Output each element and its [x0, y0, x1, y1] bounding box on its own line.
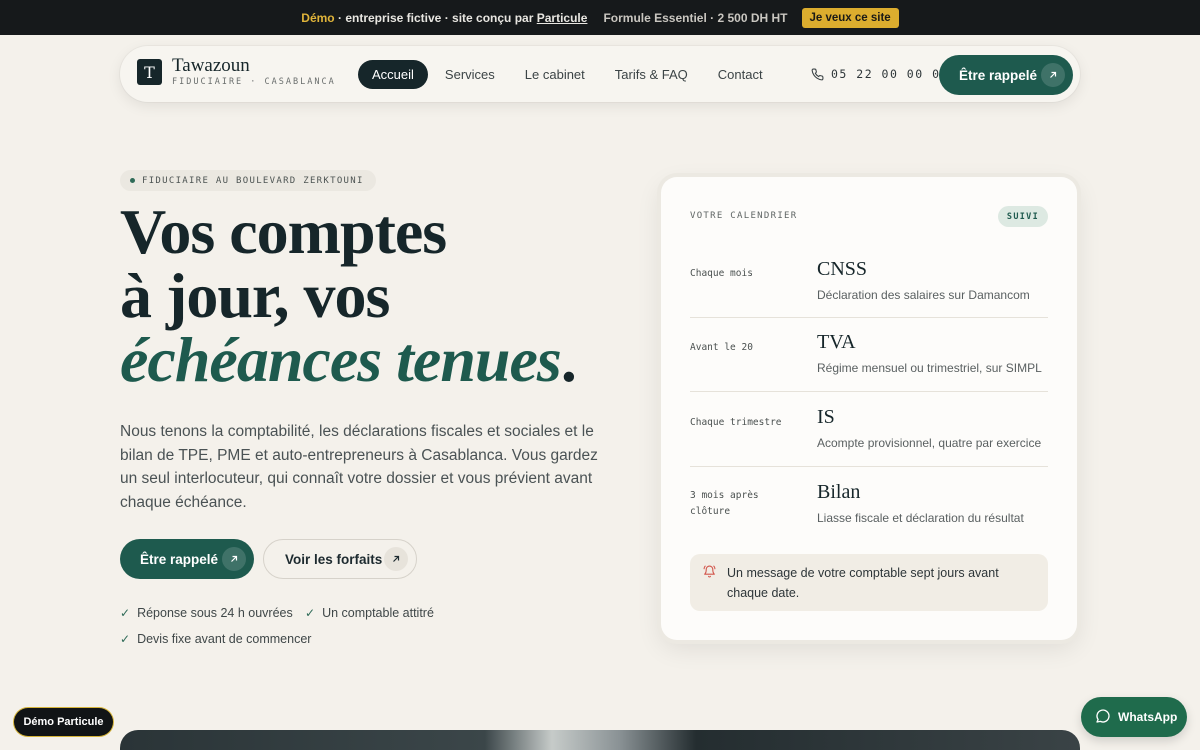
- whatsapp-button[interactable]: WhatsApp: [1081, 697, 1187, 737]
- office-photo: [120, 730, 1080, 750]
- reassurance-item: ✓ Un comptable attitré: [305, 606, 434, 620]
- reminder-text: Un message de votre comptable sept jours…: [727, 566, 999, 600]
- hero-title-emphasis: échéances tenues: [120, 324, 562, 395]
- calendar-row: Avant le 20 TVA Régime mensuel ou trimes…: [690, 331, 1048, 410]
- demo-particule-chip[interactable]: Démo Particule: [14, 708, 113, 736]
- main-nav: T Tawazoun FIDUCIAIRE · CASABLANCA Accue…: [120, 46, 1080, 102]
- demo-banner-text: Démo · entreprise fictive · site conçu p…: [301, 11, 587, 25]
- hero-description: Nous tenons la comptabilité, les déclara…: [120, 423, 598, 511]
- status-dot-icon: [130, 178, 135, 183]
- check-icon: ✓: [120, 606, 131, 620]
- row-divider: [690, 317, 1048, 318]
- calendar-row-when: Chaque mois: [690, 268, 753, 279]
- brand-name[interactable]: Tawazoun: [172, 55, 250, 77]
- check-icon: ✓: [305, 606, 316, 620]
- nav-links: Accueil Services Le cabinet Tarifs & FAQ…: [358, 60, 778, 89]
- reassurance-item: ✓ Devis fixe avant de commencer: [120, 632, 311, 646]
- calendar-row-name: IS: [817, 406, 835, 428]
- reassurance-text: Devis fixe avant de commencer: [137, 632, 312, 646]
- calendar-row-name: Bilan: [817, 481, 861, 503]
- phone-link[interactable]: 05 22 00 00 00: [811, 67, 949, 81]
- nav-link-contact[interactable]: Contact: [703, 60, 778, 89]
- brand-tagline: FIDUCIAIRE · CASABLANCA: [172, 77, 336, 87]
- calendar-row-name: TVA: [817, 331, 856, 353]
- calendar-row-when: Avant le 20: [690, 342, 753, 353]
- callback-button-nav[interactable]: Être rappelé: [939, 55, 1073, 95]
- nav-link-tarifs[interactable]: Tarifs & FAQ: [600, 60, 703, 89]
- plan-label: Formule Essentiel · 2 500 DH HT: [603, 10, 788, 25]
- want-site-button[interactable]: Je veux ce site: [801, 7, 899, 28]
- see-plans-label: Voir les forfaits: [285, 551, 383, 567]
- phone-number: 05 22 00 00 00: [831, 67, 949, 81]
- demo-banner: Démo · entreprise fictive · site conçu p…: [0, 0, 1200, 35]
- calendar-heading: VOTRE CALENDRIER: [690, 211, 798, 221]
- logo-mark[interactable]: T: [137, 59, 162, 85]
- reminder-note: Un message de votre comptable sept jours…: [690, 554, 1048, 611]
- nav-link-cabinet[interactable]: Le cabinet: [510, 60, 600, 89]
- reassurance-item: ✓ Réponse sous 24 h ouvrées: [120, 606, 293, 620]
- location-pill-text: FIDUCIAIRE AU BOULEVARD ZERKTOUNI: [142, 175, 364, 186]
- see-plans-button[interactable]: Voir les forfaits: [263, 539, 417, 579]
- whatsapp-label: WhatsApp: [1118, 710, 1178, 724]
- callback-button-hero[interactable]: Être rappelé: [120, 539, 254, 579]
- calendar-row-desc: Liasse fiscale et déclaration du résulta…: [817, 511, 1024, 525]
- hero-title: Vos comptes à jour, vos échéances tenues…: [120, 200, 640, 392]
- calendar-row: Chaque mois CNSS Déclaration des salaire…: [690, 258, 1048, 336]
- callback-label: Être rappelé: [959, 67, 1038, 83]
- demo-message: · entreprise fictive · site conçu par: [337, 10, 534, 25]
- calendar-row-desc: Régime mensuel ou trimestriel, sur SIMPL: [817, 361, 1042, 375]
- calendar-row-desc: Déclaration des salaires sur Damancom: [817, 288, 1030, 302]
- arrow-up-right-icon: [384, 547, 408, 571]
- reassurance-text: Réponse sous 24 h ouvrées: [137, 606, 293, 620]
- arrow-up-right-icon: [222, 547, 246, 571]
- calendar-card: VOTRE CALENDRIER SUIVI Chaque mois CNSS …: [661, 177, 1077, 640]
- arrow-up-right-icon: [1041, 63, 1065, 87]
- calendar-row: Chaque trimestre IS Acompte provisionnel…: [690, 406, 1048, 485]
- callback-hero-label: Être rappelé: [140, 551, 219, 567]
- bell-icon: [703, 565, 716, 581]
- calendar-row-when: Chaque trimestre: [690, 417, 782, 428]
- status-badge: SUIVI: [997, 206, 1048, 227]
- reassurance-text: Un comptable attitré: [322, 606, 434, 620]
- calendar-row-name: CNSS: [817, 258, 868, 280]
- location-pill: FIDUCIAIRE AU BOULEVARD ZERKTOUNI: [120, 170, 376, 191]
- whatsapp-icon: [1095, 708, 1111, 727]
- row-divider: [690, 391, 1048, 392]
- nav-link-services[interactable]: Services: [430, 60, 510, 89]
- nav-link-accueil[interactable]: Accueil: [358, 60, 428, 89]
- phone-icon: [811, 68, 824, 80]
- studio-link[interactable]: Particule: [537, 11, 588, 25]
- calendar-row-when: 3 mois après clôture: [690, 490, 759, 517]
- row-divider: [690, 466, 1048, 467]
- hero-title-line1: Vos comptes: [120, 196, 447, 267]
- hero-title-period: .: [560, 324, 577, 395]
- calendar-row: 3 mois après clôture Bilan Liasse fiscal…: [690, 481, 1048, 560]
- calendar-row-desc: Acompte provisionnel, quatre par exercic…: [817, 436, 1042, 450]
- check-icon: ✓: [120, 632, 131, 646]
- hero-title-line2: à jour, vos: [120, 260, 390, 331]
- demo-label: Démo: [301, 10, 335, 25]
